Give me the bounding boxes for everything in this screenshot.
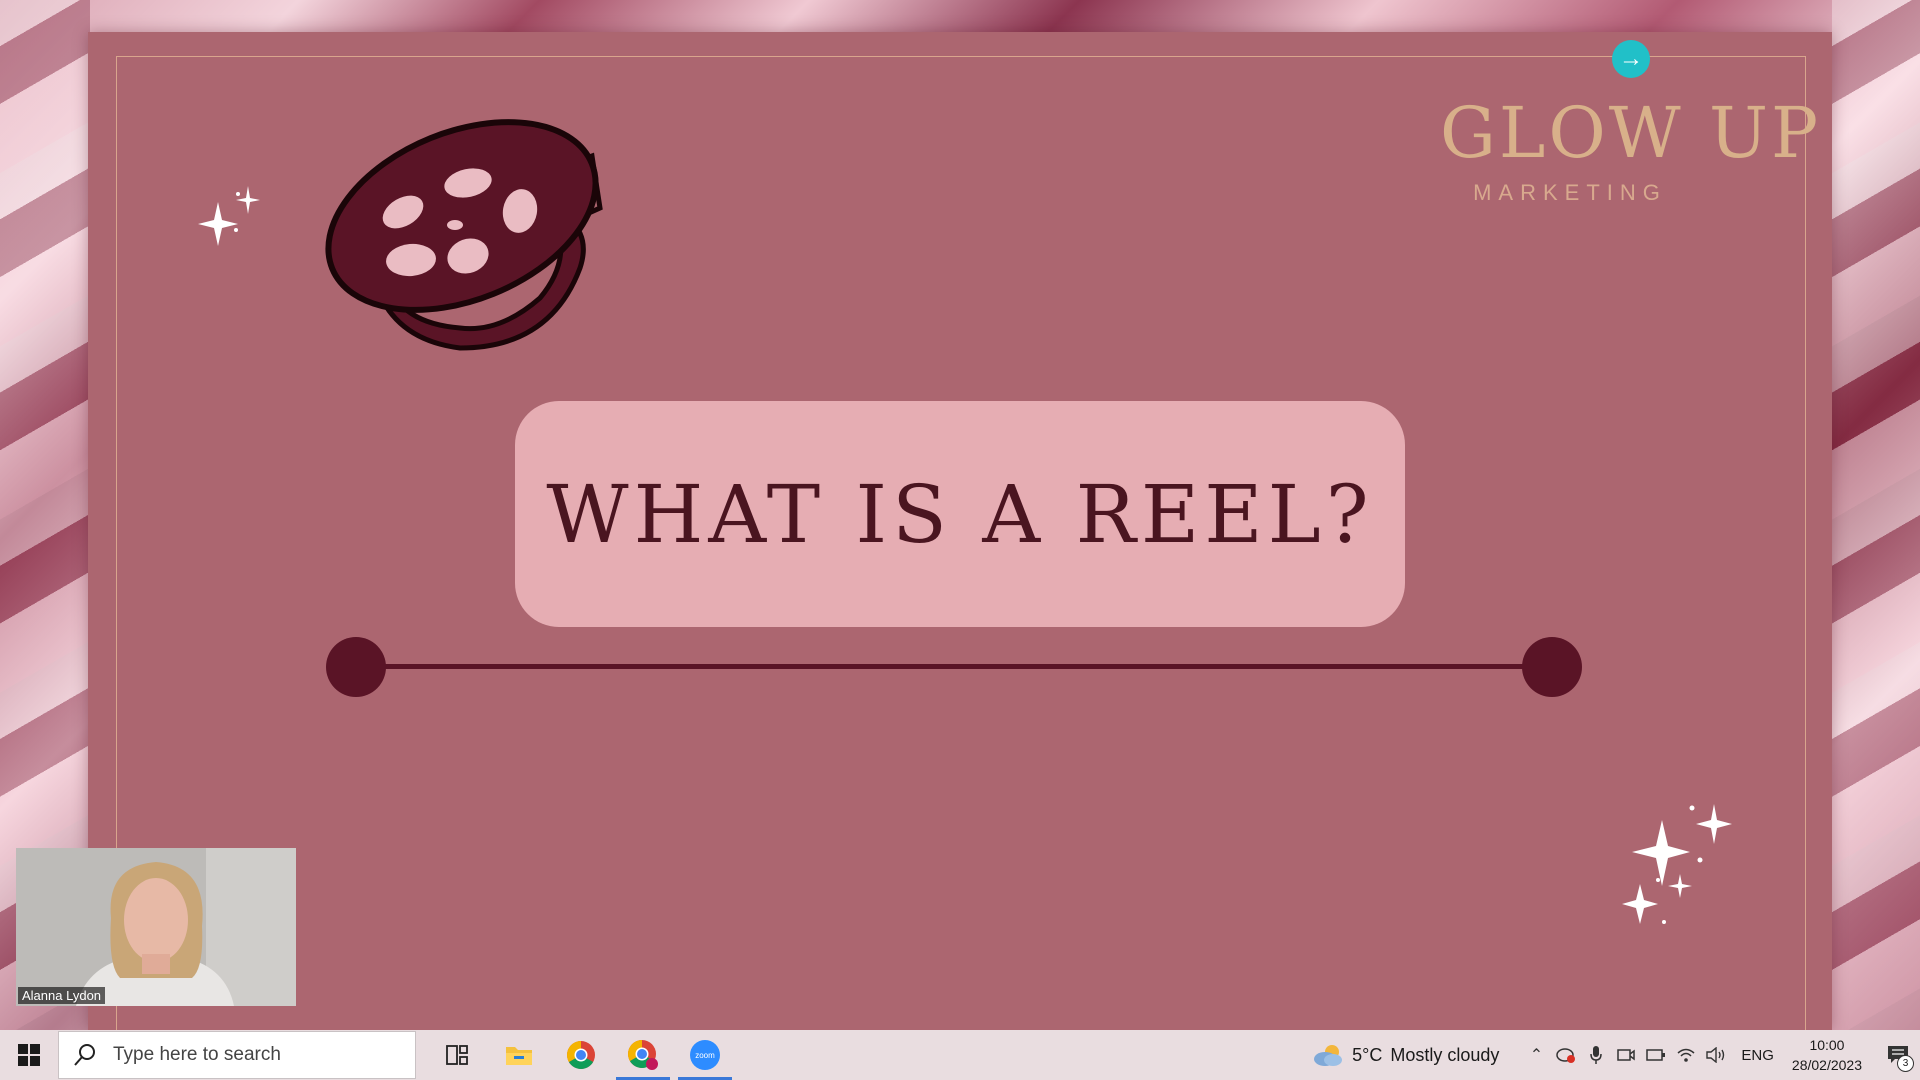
- speaker-icon: [1706, 1047, 1725, 1063]
- film-reel-icon: [325, 119, 603, 351]
- clock[interactable]: 10:00 28/02/2023: [1792, 1035, 1862, 1075]
- cloud-error-icon: [1556, 1048, 1576, 1063]
- background-right: [1832, 0, 1920, 1030]
- zoom-icon: zoom: [690, 1040, 720, 1070]
- clock-date: 28/02/2023: [1791, 1057, 1862, 1073]
- presenter-video-icon: [16, 848, 296, 1006]
- sparkles-icon: [198, 186, 260, 246]
- file-explorer-button[interactable]: [488, 1030, 550, 1080]
- camera-button[interactable]: [1611, 1030, 1641, 1080]
- next-slide-button[interactable]: →: [1612, 40, 1650, 78]
- timeline-dot-start: [326, 637, 386, 697]
- pinned-apps: zoom: [426, 1030, 736, 1080]
- search-icon: [74, 1044, 95, 1066]
- brand-logo: GLOW UP MARKETING: [1440, 92, 1822, 206]
- search-placeholder: Type here to search: [113, 1044, 281, 1065]
- clock-time: 10:00: [1809, 1037, 1845, 1053]
- camera-icon: [1617, 1049, 1636, 1061]
- taskbar: Type here to search zoom 5°C Mostly clou…: [0, 1030, 1920, 1080]
- weather-widget[interactable]: 5°C Mostly cloudy: [1312, 1042, 1499, 1068]
- microphone-icon: [1590, 1046, 1603, 1064]
- chrome-icon: [567, 1041, 595, 1069]
- battery-icon: [1646, 1049, 1666, 1061]
- chevron-up-icon: ⌃: [1529, 1047, 1544, 1064]
- notifications-button[interactable]: 3: [1876, 1030, 1920, 1080]
- wifi-icon: [1677, 1048, 1695, 1062]
- zoom-button[interactable]: zoom: [674, 1030, 736, 1080]
- weather-temperature: 5°C: [1352, 1044, 1383, 1065]
- task-view-button[interactable]: [426, 1030, 488, 1080]
- presentation-slide: → GLOW UP MARKETING WHAT IS A REEL?: [88, 32, 1832, 1038]
- microphone-button[interactable]: [1581, 1030, 1611, 1080]
- input-language[interactable]: ENG: [1741, 1047, 1774, 1064]
- sparkles-icon: [1622, 804, 1732, 924]
- zoom-label: zoom: [695, 1051, 715, 1060]
- battery-button[interactable]: [1641, 1030, 1671, 1080]
- volume-button[interactable]: [1701, 1030, 1731, 1080]
- notification-count-badge: 3: [1897, 1055, 1914, 1072]
- show-hidden-icons-button[interactable]: ⌃: [1521, 1030, 1551, 1080]
- participant-name: Alanna Lydon: [18, 987, 106, 1004]
- windows-icon: [18, 1044, 40, 1066]
- title-box: WHAT IS A REEL?: [515, 401, 1405, 627]
- arrow-right-icon: →: [1619, 45, 1643, 72]
- timeline-dot-end: [1522, 637, 1582, 697]
- file-explorer-icon: [506, 1047, 532, 1065]
- cloudy-icon: [1314, 1045, 1343, 1066]
- network-warning-button[interactable]: [1551, 1030, 1581, 1080]
- webcam-video[interactable]: Alanna Lydon: [16, 848, 296, 1006]
- task-view-icon: [446, 1045, 468, 1065]
- system-tray: 5°C Mostly cloudy ⌃ ENG 10:00 28/02/2023…: [1312, 1030, 1920, 1080]
- chrome-profile-icon: [628, 1040, 658, 1070]
- weather-description: Mostly cloudy: [1390, 1044, 1500, 1065]
- start-button[interactable]: [0, 1030, 58, 1080]
- logo-subtitle: MARKETING: [1473, 180, 1667, 205]
- logo-title: GLOW UP: [1440, 92, 1822, 174]
- chrome-profile-button[interactable]: [612, 1030, 674, 1080]
- chrome-button[interactable]: [550, 1030, 612, 1080]
- slide-title: WHAT IS A REEL?: [546, 467, 1374, 561]
- timeline-divider: [326, 636, 1582, 698]
- wifi-button[interactable]: [1671, 1030, 1701, 1080]
- taskbar-search-box[interactable]: Type here to search: [58, 1031, 416, 1079]
- timeline-line: [356, 664, 1552, 669]
